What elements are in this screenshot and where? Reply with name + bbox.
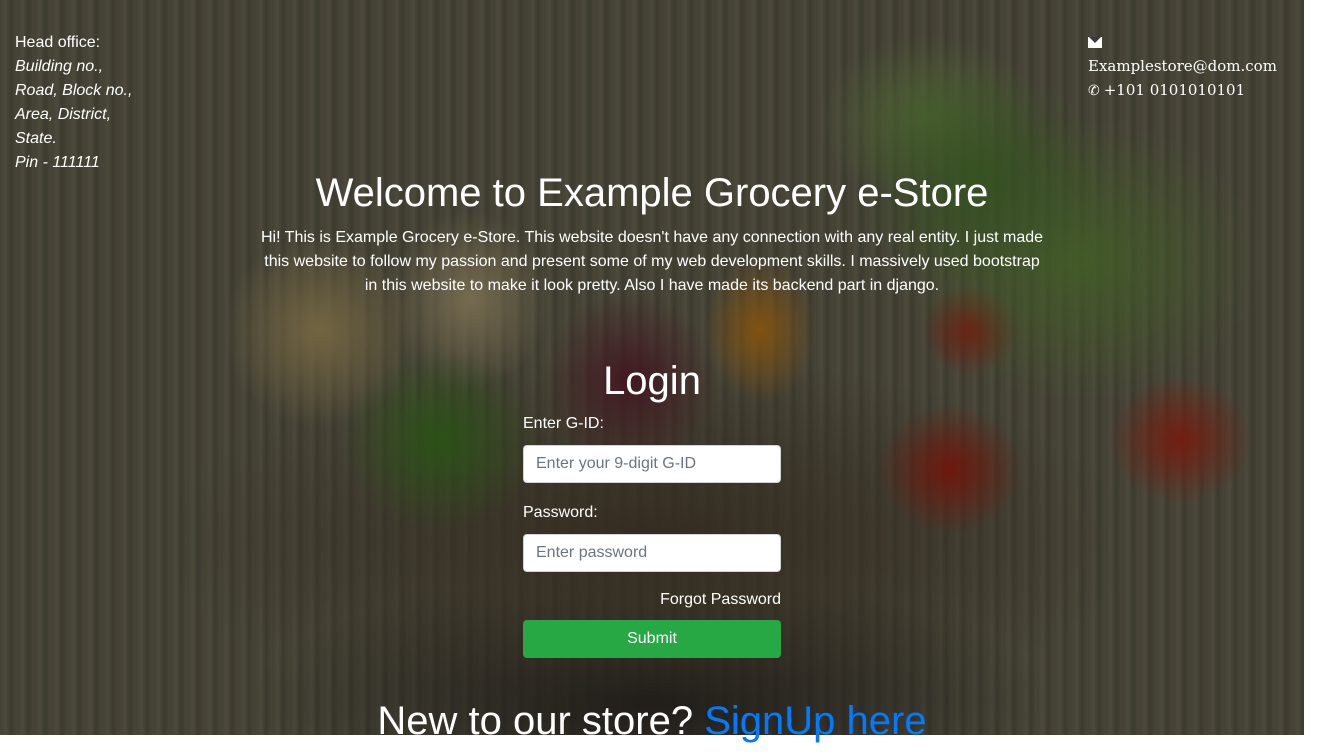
password-label: Password:	[523, 504, 598, 521]
signup-prompt-text: New to our store?	[377, 699, 705, 743]
office-line: Road, Block no.,	[15, 82, 133, 99]
welcome-description: Hi! This is Example Grocery e-Store. Thi…	[260, 229, 1044, 294]
page-title: Welcome to Example Grocery e-Store	[315, 171, 989, 215]
office-heading: Head office:	[15, 34, 101, 51]
email-row	[1088, 30, 1277, 54]
submit-button[interactable]: Submit	[523, 620, 781, 658]
phone-text: +101 0101010101	[1103, 81, 1246, 99]
password-input[interactable]	[523, 534, 781, 572]
office-line: Building no.,	[15, 58, 104, 75]
page-content: Head office: Building no., Road, Block n…	[0, 0, 1304, 753]
phone-row: ✆ +101 0101010101	[1088, 78, 1277, 103]
contact-info: Examplestore@dom.com ✆ +101 0101010101	[1088, 30, 1277, 103]
forgot-password-link[interactable]: Forgot Password	[523, 590, 781, 610]
head-office-address: Head office: Building no., Road, Block n…	[15, 31, 132, 175]
phone-icon: ✆	[1088, 83, 1100, 99]
login-form: Login Enter G-ID: Password: Forgot Passw…	[523, 358, 781, 658]
gid-label: Enter G-ID:	[523, 415, 604, 432]
signup-link[interactable]: SignUp here	[704, 699, 926, 743]
gid-input[interactable]	[523, 445, 781, 483]
office-line: State.	[15, 130, 57, 147]
signup-prompt: New to our store? SignUp here	[0, 698, 1304, 744]
office-line: Area, District,	[15, 106, 112, 123]
email-text: Examplestore@dom.com	[1088, 57, 1277, 75]
welcome-section: Welcome to Example Grocery e-Store Hi! T…	[0, 170, 1304, 298]
login-title: Login	[603, 359, 701, 403]
envelope-icon	[1088, 37, 1102, 48]
